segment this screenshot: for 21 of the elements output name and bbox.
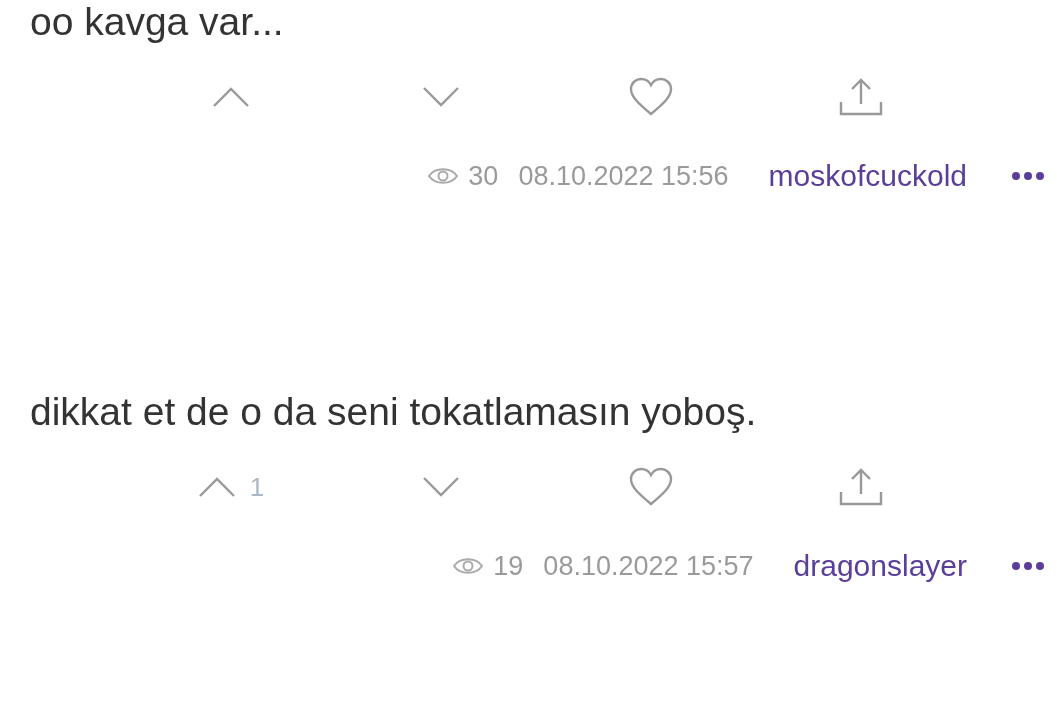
author-link[interactable]: moskofcuckold <box>768 159 967 193</box>
author-link[interactable]: dragonslayer <box>793 549 967 583</box>
more-icon[interactable] <box>1011 561 1045 571</box>
more-icon[interactable] <box>1011 171 1045 181</box>
favorite-button[interactable] <box>629 77 673 117</box>
entry-date: 08.10.2022 15:56 <box>518 160 729 192</box>
entry-text: oo kavga var... <box>30 0 285 45</box>
upvote-count: 1 <box>249 471 265 503</box>
downvote-button[interactable] <box>422 476 460 498</box>
favorite-button[interactable] <box>629 467 673 507</box>
upvote-button[interactable] <box>197 476 236 498</box>
eye-icon <box>428 166 459 186</box>
downvote-button[interactable] <box>422 86 460 108</box>
entry-text: dikkat et de o da seni tokatlamasın yoboş. <box>30 389 758 435</box>
entry-date: 08.10.2022 15:57 <box>543 550 754 582</box>
share-button[interactable] <box>839 468 883 506</box>
view-count: 19 <box>493 550 524 582</box>
share-button[interactable] <box>839 78 883 116</box>
upvote-button[interactable] <box>212 86 250 108</box>
view-count: 30 <box>468 160 499 192</box>
eye-icon <box>453 556 484 576</box>
